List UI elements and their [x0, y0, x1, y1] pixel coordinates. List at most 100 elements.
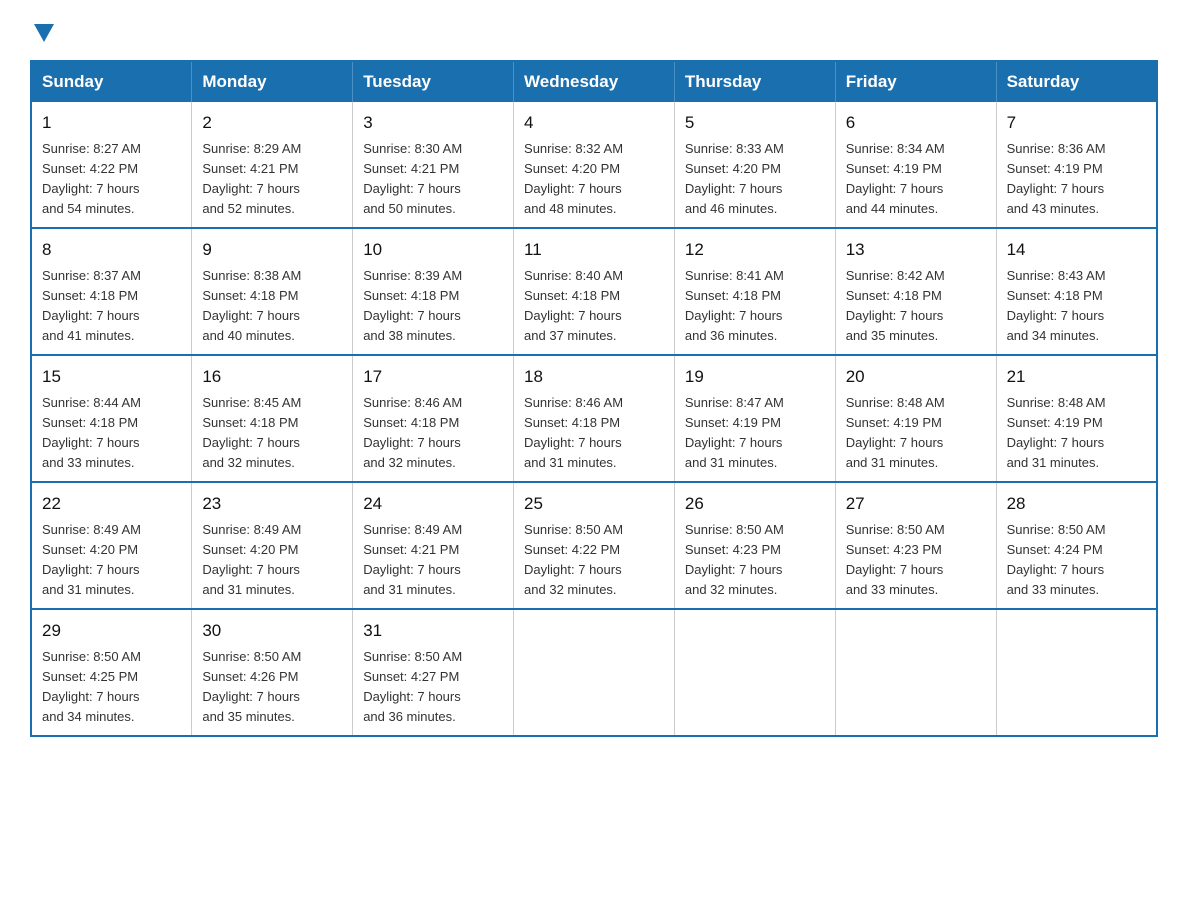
day-info: Sunrise: 8:39 AMSunset: 4:18 PMDaylight:…: [363, 266, 503, 347]
calendar-cell: 25 Sunrise: 8:50 AMSunset: 4:22 PMDayligh…: [514, 482, 675, 609]
day-info: Sunrise: 8:50 AMSunset: 4:23 PMDaylight:…: [846, 520, 986, 601]
calendar-cell: 14 Sunrise: 8:43 AMSunset: 4:18 PMDayligh…: [996, 228, 1157, 355]
day-info: Sunrise: 8:49 AMSunset: 4:21 PMDaylight:…: [363, 520, 503, 601]
day-number: 17: [363, 364, 503, 390]
day-number: 5: [685, 110, 825, 136]
day-info: Sunrise: 8:38 AMSunset: 4:18 PMDaylight:…: [202, 266, 342, 347]
day-info: Sunrise: 8:45 AMSunset: 4:18 PMDaylight:…: [202, 393, 342, 474]
day-info: Sunrise: 8:33 AMSunset: 4:20 PMDaylight:…: [685, 139, 825, 220]
weekday-header-thursday: Thursday: [674, 61, 835, 102]
day-info: Sunrise: 8:50 AMSunset: 4:23 PMDaylight:…: [685, 520, 825, 601]
day-info: Sunrise: 8:46 AMSunset: 4:18 PMDaylight:…: [363, 393, 503, 474]
calendar-cell: [835, 609, 996, 736]
day-number: 13: [846, 237, 986, 263]
week-row-2: 8 Sunrise: 8:37 AMSunset: 4:18 PMDaylight…: [31, 228, 1157, 355]
calendar-cell: 18 Sunrise: 8:46 AMSunset: 4:18 PMDayligh…: [514, 355, 675, 482]
day-info: Sunrise: 8:50 AMSunset: 4:25 PMDaylight:…: [42, 647, 181, 728]
day-info: Sunrise: 8:34 AMSunset: 4:19 PMDaylight:…: [846, 139, 986, 220]
calendar-cell: 22 Sunrise: 8:49 AMSunset: 4:20 PMDayligh…: [31, 482, 192, 609]
calendar-cell: 24 Sunrise: 8:49 AMSunset: 4:21 PMDayligh…: [353, 482, 514, 609]
day-info: Sunrise: 8:48 AMSunset: 4:19 PMDaylight:…: [1007, 393, 1146, 474]
day-info: Sunrise: 8:42 AMSunset: 4:18 PMDaylight:…: [846, 266, 986, 347]
week-row-5: 29 Sunrise: 8:50 AMSunset: 4:25 PMDayligh…: [31, 609, 1157, 736]
calendar-cell: 29 Sunrise: 8:50 AMSunset: 4:25 PMDayligh…: [31, 609, 192, 736]
day-info: Sunrise: 8:44 AMSunset: 4:18 PMDaylight:…: [42, 393, 181, 474]
day-info: Sunrise: 8:37 AMSunset: 4:18 PMDaylight:…: [42, 266, 181, 347]
calendar-table: SundayMondayTuesdayWednesdayThursdayFrid…: [30, 60, 1158, 737]
weekday-header-monday: Monday: [192, 61, 353, 102]
day-number: 23: [202, 491, 342, 517]
day-number: 12: [685, 237, 825, 263]
day-info: Sunrise: 8:50 AMSunset: 4:22 PMDaylight:…: [524, 520, 664, 601]
day-info: Sunrise: 8:50 AMSunset: 4:26 PMDaylight:…: [202, 647, 342, 728]
weekday-header-sunday: Sunday: [31, 61, 192, 102]
day-info: Sunrise: 8:43 AMSunset: 4:18 PMDaylight:…: [1007, 266, 1146, 347]
week-row-1: 1 Sunrise: 8:27 AMSunset: 4:22 PMDaylight…: [31, 102, 1157, 228]
calendar-cell: 5 Sunrise: 8:33 AMSunset: 4:20 PMDaylight…: [674, 102, 835, 228]
day-number: 20: [846, 364, 986, 390]
calendar-cell: 11 Sunrise: 8:40 AMSunset: 4:18 PMDayligh…: [514, 228, 675, 355]
calendar-cell: 31Sunrise: 8:50 AMSunset: 4:27 PMDayligh…: [353, 609, 514, 736]
day-number: 3: [363, 110, 503, 136]
day-number: 22: [42, 491, 181, 517]
calendar-cell: 10 Sunrise: 8:39 AMSunset: 4:18 PMDayligh…: [353, 228, 514, 355]
day-number: 15: [42, 364, 181, 390]
calendar-cell: 15 Sunrise: 8:44 AMSunset: 4:18 PMDayligh…: [31, 355, 192, 482]
week-row-3: 15 Sunrise: 8:44 AMSunset: 4:18 PMDayligh…: [31, 355, 1157, 482]
day-number: 16: [202, 364, 342, 390]
day-number: 10: [363, 237, 503, 263]
calendar-cell: 28 Sunrise: 8:50 AMSunset: 4:24 PMDayligh…: [996, 482, 1157, 609]
calendar-cell: 1 Sunrise: 8:27 AMSunset: 4:22 PMDaylight…: [31, 102, 192, 228]
day-info: Sunrise: 8:48 AMSunset: 4:19 PMDaylight:…: [846, 393, 986, 474]
day-info: Sunrise: 8:41 AMSunset: 4:18 PMDaylight:…: [685, 266, 825, 347]
day-number: 2: [202, 110, 342, 136]
logo-triangle-icon: [34, 24, 54, 42]
weekday-header-friday: Friday: [835, 61, 996, 102]
calendar-cell: 19Sunrise: 8:47 AMSunset: 4:19 PMDayligh…: [674, 355, 835, 482]
calendar-cell: 7 Sunrise: 8:36 AMSunset: 4:19 PMDaylight…: [996, 102, 1157, 228]
weekday-header-tuesday: Tuesday: [353, 61, 514, 102]
week-row-4: 22 Sunrise: 8:49 AMSunset: 4:20 PMDayligh…: [31, 482, 1157, 609]
day-info: Sunrise: 8:49 AMSunset: 4:20 PMDaylight:…: [42, 520, 181, 601]
calendar-cell: 4 Sunrise: 8:32 AMSunset: 4:20 PMDaylight…: [514, 102, 675, 228]
calendar-cell: 12 Sunrise: 8:41 AMSunset: 4:18 PMDayligh…: [674, 228, 835, 355]
day-info: Sunrise: 8:27 AMSunset: 4:22 PMDaylight:…: [42, 139, 181, 220]
day-info: Sunrise: 8:46 AMSunset: 4:18 PMDaylight:…: [524, 393, 664, 474]
day-number: 8: [42, 237, 181, 263]
day-number: 25: [524, 491, 664, 517]
day-number: 11: [524, 237, 664, 263]
day-info: Sunrise: 8:32 AMSunset: 4:20 PMDaylight:…: [524, 139, 664, 220]
day-number: 24: [363, 491, 503, 517]
day-number: 19: [685, 364, 825, 390]
calendar-cell: 21 Sunrise: 8:48 AMSunset: 4:19 PMDayligh…: [996, 355, 1157, 482]
calendar-cell: 26Sunrise: 8:50 AMSunset: 4:23 PMDayligh…: [674, 482, 835, 609]
calendar-cell: 20 Sunrise: 8:48 AMSunset: 4:19 PMDayligh…: [835, 355, 996, 482]
day-number: 4: [524, 110, 664, 136]
day-number: 9: [202, 237, 342, 263]
day-number: 29: [42, 618, 181, 644]
day-number: 7: [1007, 110, 1146, 136]
day-info: Sunrise: 8:40 AMSunset: 4:18 PMDaylight:…: [524, 266, 664, 347]
weekday-header-wednesday: Wednesday: [514, 61, 675, 102]
calendar-cell: 13 Sunrise: 8:42 AMSunset: 4:18 PMDayligh…: [835, 228, 996, 355]
weekday-header-row: SundayMondayTuesdayWednesdayThursdayFrid…: [31, 61, 1157, 102]
day-info: Sunrise: 8:50 AMSunset: 4:24 PMDaylight:…: [1007, 520, 1146, 601]
calendar-cell: [996, 609, 1157, 736]
calendar-cell: 3Sunrise: 8:30 AMSunset: 4:21 PMDaylight…: [353, 102, 514, 228]
calendar-cell: [514, 609, 675, 736]
day-number: 28: [1007, 491, 1146, 517]
calendar-cell: 17 Sunrise: 8:46 AMSunset: 4:18 PMDayligh…: [353, 355, 514, 482]
day-number: 18: [524, 364, 664, 390]
weekday-header-saturday: Saturday: [996, 61, 1157, 102]
day-number: 21: [1007, 364, 1146, 390]
day-number: 14: [1007, 237, 1146, 263]
calendar-cell: 6Sunrise: 8:34 AMSunset: 4:19 PMDaylight…: [835, 102, 996, 228]
logo: [30, 20, 54, 42]
calendar-cell: 8 Sunrise: 8:37 AMSunset: 4:18 PMDaylight…: [31, 228, 192, 355]
calendar-cell: 16 Sunrise: 8:45 AMSunset: 4:18 PMDayligh…: [192, 355, 353, 482]
calendar-cell: 30Sunrise: 8:50 AMSunset: 4:26 PMDayligh…: [192, 609, 353, 736]
day-number: 1: [42, 110, 181, 136]
day-info: Sunrise: 8:36 AMSunset: 4:19 PMDaylight:…: [1007, 139, 1146, 220]
page-header: [30, 20, 1158, 42]
calendar-cell: [674, 609, 835, 736]
